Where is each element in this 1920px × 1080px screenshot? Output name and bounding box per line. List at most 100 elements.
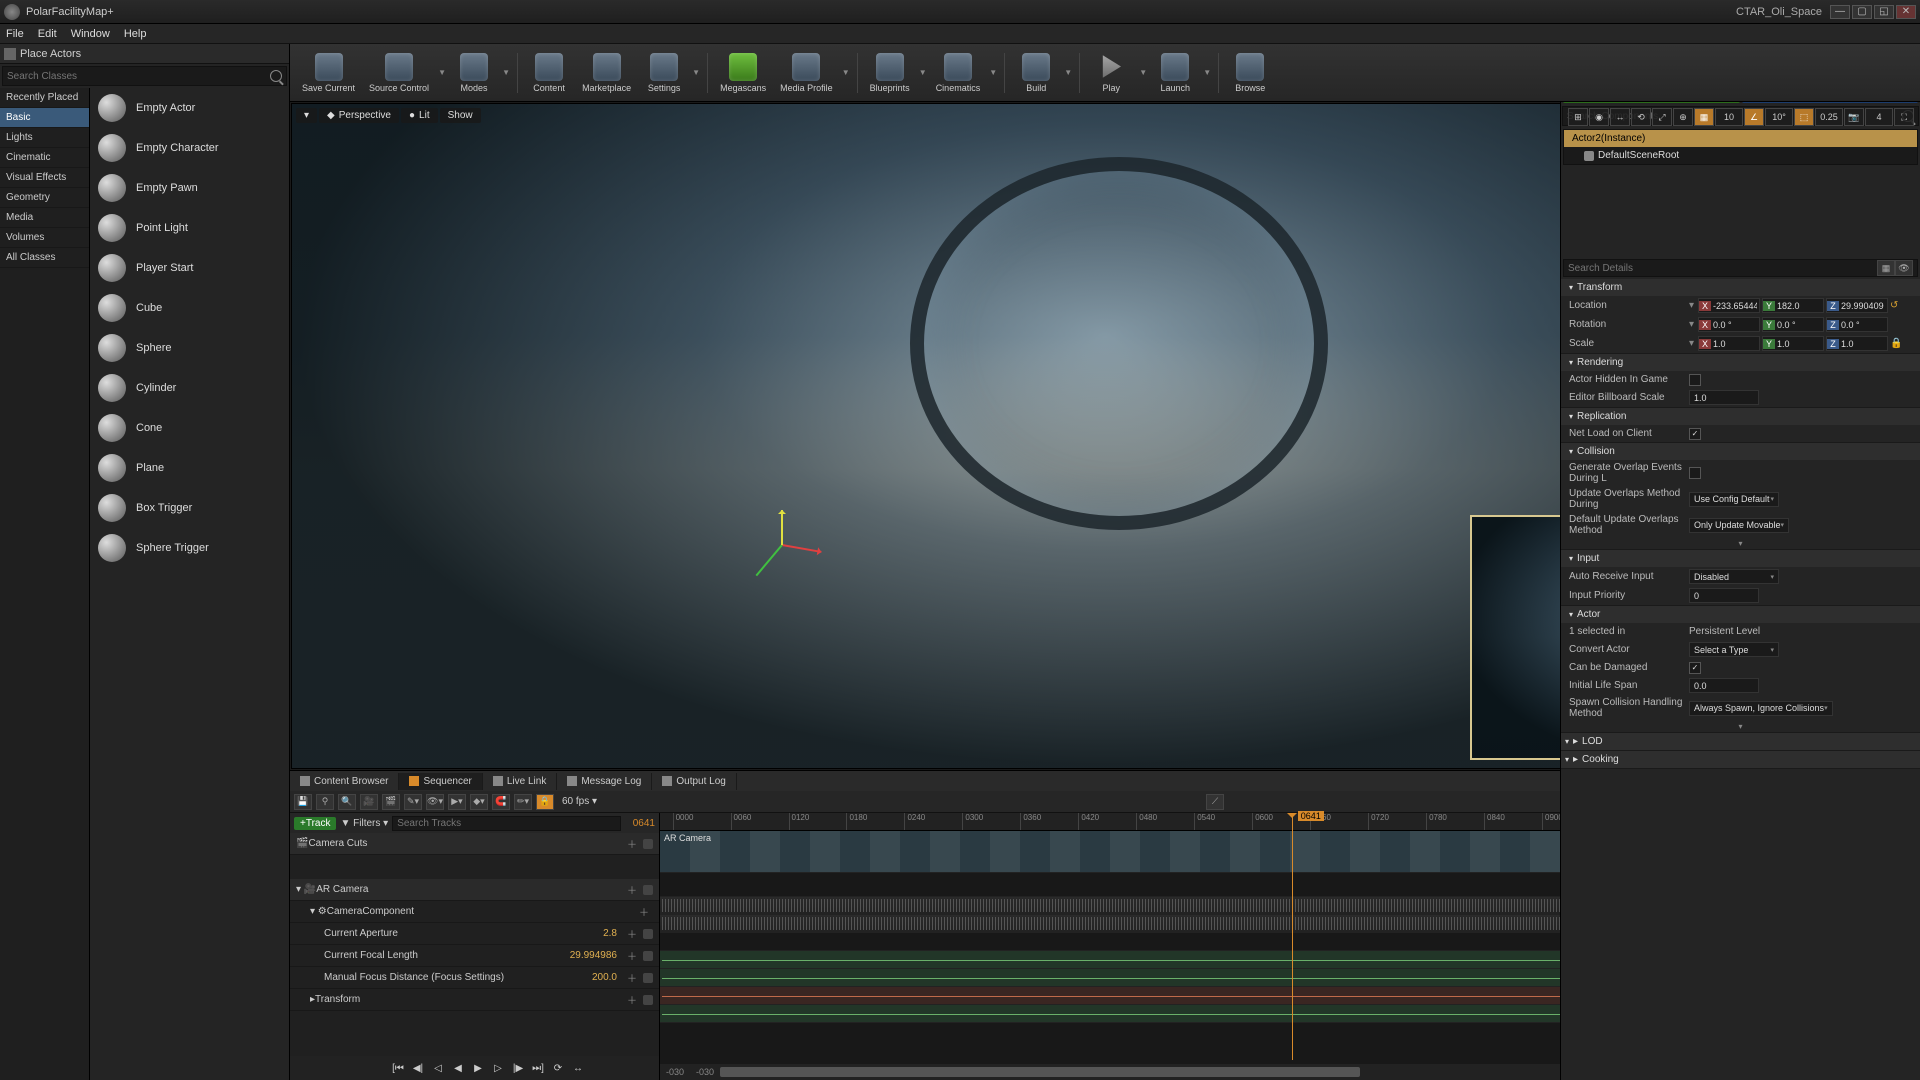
playhead[interactable]: 0641	[1292, 813, 1293, 1060]
search-details-row[interactable]: ▦ 👁	[1563, 259, 1918, 277]
menu-help[interactable]: Help	[124, 28, 147, 40]
transport-prev-key[interactable]: ◀|	[410, 1061, 426, 1075]
actor-box-trigger[interactable]: Box Trigger	[90, 488, 289, 528]
actor-cylinder[interactable]: Cylinder	[90, 368, 289, 408]
vp-tool-translate[interactable]: ↔	[1610, 108, 1630, 126]
track-focus-distance[interactable]: Manual Focus Distance (Focus Settings) 2…	[290, 967, 659, 989]
vp-snap-angle-value[interactable]: 10°	[1765, 108, 1793, 126]
actor-empty-actor[interactable]: Empty Actor	[90, 88, 289, 128]
vp-tool-coord[interactable]: ⊕	[1673, 108, 1693, 126]
rotation-x[interactable]	[1711, 320, 1759, 330]
track-camera-cuts[interactable]: 🎬 Camera Cuts ＋	[290, 833, 659, 855]
minimize-button[interactable]: —	[1830, 5, 1850, 19]
initial-life-span[interactable]: 0.0	[1689, 678, 1759, 693]
viewport-perspective[interactable]: ◆ Perspective	[319, 108, 399, 123]
rotation-y[interactable]	[1775, 320, 1823, 330]
search-details-input[interactable]	[1568, 263, 1873, 274]
toolbar-blueprints[interactable]: Blueprints	[864, 47, 916, 99]
search-tracks-input[interactable]	[392, 816, 621, 831]
actor-empty-character[interactable]: Empty Character	[90, 128, 289, 168]
maximize-button[interactable]: ◱	[1874, 5, 1894, 19]
track-transform[interactable]: ▸ Transform ＋	[290, 989, 659, 1011]
seq-playback[interactable]: 👁▾	[426, 794, 444, 810]
details-toggle-1[interactable]: ▦	[1877, 260, 1895, 276]
toolbar-play-dropdown[interactable]: ▼	[1138, 47, 1148, 99]
toolbar-source-control-dropdown[interactable]: ▼	[437, 47, 447, 99]
track-focal-length[interactable]: Current Focal Length 29.994986 ＋	[290, 945, 659, 967]
scale-z[interactable]	[1839, 339, 1887, 349]
input-priority[interactable]: 0	[1689, 588, 1759, 603]
location-x[interactable]	[1711, 301, 1759, 311]
vp-tool-1[interactable]: ⊞	[1568, 108, 1588, 126]
scale-x[interactable]	[1711, 339, 1759, 349]
location-y[interactable]	[1775, 301, 1823, 311]
actor-expand[interactable]: ▾	[1561, 721, 1920, 732]
spawn-collision-select[interactable]: Always Spawn, Ignore Collisions	[1689, 701, 1833, 716]
transport-step-back[interactable]: ◁	[430, 1061, 446, 1075]
location-z[interactable]	[1839, 301, 1887, 311]
seq-save[interactable]: 💾	[294, 794, 312, 810]
section-button[interactable]	[643, 839, 653, 849]
toolbar-modes[interactable]: Modes	[449, 47, 499, 99]
toolbar-content[interactable]: Content	[524, 47, 574, 99]
seq-general[interactable]: ✎▾	[404, 794, 422, 810]
component-instance[interactable]: Actor2(Instance)	[1564, 130, 1917, 147]
seq-render[interactable]: 🔍	[338, 794, 356, 810]
seq-edit[interactable]: ✏▾	[514, 794, 532, 810]
details-toggle-2[interactable]: 👁	[1895, 260, 1913, 276]
rotation-z[interactable]	[1839, 320, 1887, 330]
toolbar-media-profile[interactable]: Media Profile	[774, 47, 839, 99]
actor-empty-pawn[interactable]: Empty Pawn	[90, 168, 289, 208]
toolbar-browse[interactable]: Browse	[1225, 47, 1275, 99]
billboard-scale[interactable]: 1.0	[1689, 390, 1759, 405]
toolbar-settings-dropdown[interactable]: ▼	[691, 47, 701, 99]
seq-autokey[interactable]: ◆▾	[470, 794, 488, 810]
default-update-select[interactable]: Only Update Movable	[1689, 518, 1789, 533]
update-overlaps-select[interactable]: Use Config Default	[1689, 492, 1779, 507]
toolbar-marketplace[interactable]: Marketplace	[576, 47, 637, 99]
section-transform[interactable]: Transform	[1561, 279, 1920, 296]
lock-scale-icon[interactable]: 🔒	[1890, 338, 1902, 349]
section-actor[interactable]: Actor	[1561, 606, 1920, 623]
toolbar-source-control[interactable]: Source Control	[363, 47, 435, 99]
actor-hidden-checkbox[interactable]	[1689, 374, 1701, 386]
restore-button[interactable]: ▢	[1852, 5, 1872, 19]
actor-sphere-trigger[interactable]: Sphere Trigger	[90, 528, 289, 568]
toolbar-play[interactable]: Play	[1086, 47, 1136, 99]
actor-cube[interactable]: Cube	[90, 288, 289, 328]
toolbar-megascans[interactable]: Megascans	[714, 47, 772, 99]
toolbar-settings[interactable]: Settings	[639, 47, 689, 99]
vp-snap-angle[interactable]: ∠	[1744, 108, 1764, 126]
category-cinematic[interactable]: Cinematic	[0, 148, 89, 168]
vp-tool-scale[interactable]: ⤢	[1652, 108, 1672, 126]
viewport-show[interactable]: Show	[440, 108, 481, 123]
toolbar-media-profile-dropdown[interactable]: ▼	[841, 47, 851, 99]
seq-key[interactable]: ▶▾	[448, 794, 466, 810]
search-classes-input[interactable]	[7, 71, 270, 82]
transport-play[interactable]: ▶	[470, 1061, 486, 1075]
toolbar-build[interactable]: Build	[1011, 47, 1061, 99]
vp-maximize[interactable]: ⛶	[1894, 108, 1914, 126]
toolbar-launch[interactable]: Launch	[1150, 47, 1200, 99]
seq-find[interactable]: ⚲	[316, 794, 334, 810]
convert-actor-select[interactable]: Select a Type	[1689, 642, 1779, 657]
reset-icon[interactable]: ↺	[1890, 300, 1898, 311]
vp-snap-scale[interactable]: ⬚	[1794, 108, 1814, 126]
section-cooking[interactable]: ▸ Cooking	[1561, 751, 1920, 768]
category-geometry[interactable]: Geometry	[0, 188, 89, 208]
transport-end[interactable]: ⏭]	[530, 1061, 546, 1075]
toolbar-build-dropdown[interactable]: ▼	[1063, 47, 1073, 99]
add-key-icon[interactable]: ＋	[627, 836, 637, 851]
viewport-lit[interactable]: ● Lit	[401, 108, 438, 123]
component-default-root[interactable]: DefaultSceneRoot	[1564, 147, 1917, 164]
can-be-damaged-checkbox[interactable]: ✓	[1689, 662, 1701, 674]
category-visual-effects[interactable]: Visual Effects	[0, 168, 89, 188]
gizmo-z-axis[interactable]	[781, 510, 783, 545]
viewport-options[interactable]: ▾	[296, 108, 317, 123]
actor-point-light[interactable]: Point Light	[90, 208, 289, 248]
toolbar-cinematics-dropdown[interactable]: ▼	[988, 47, 998, 99]
toolbar-save-current[interactable]: Save Current	[296, 47, 361, 99]
track-ar-camera[interactable]: ▾ 🎥 AR Camera ＋	[290, 879, 659, 901]
transport-next-key[interactable]: |▶	[510, 1061, 526, 1075]
menu-file[interactable]: File	[6, 28, 24, 40]
